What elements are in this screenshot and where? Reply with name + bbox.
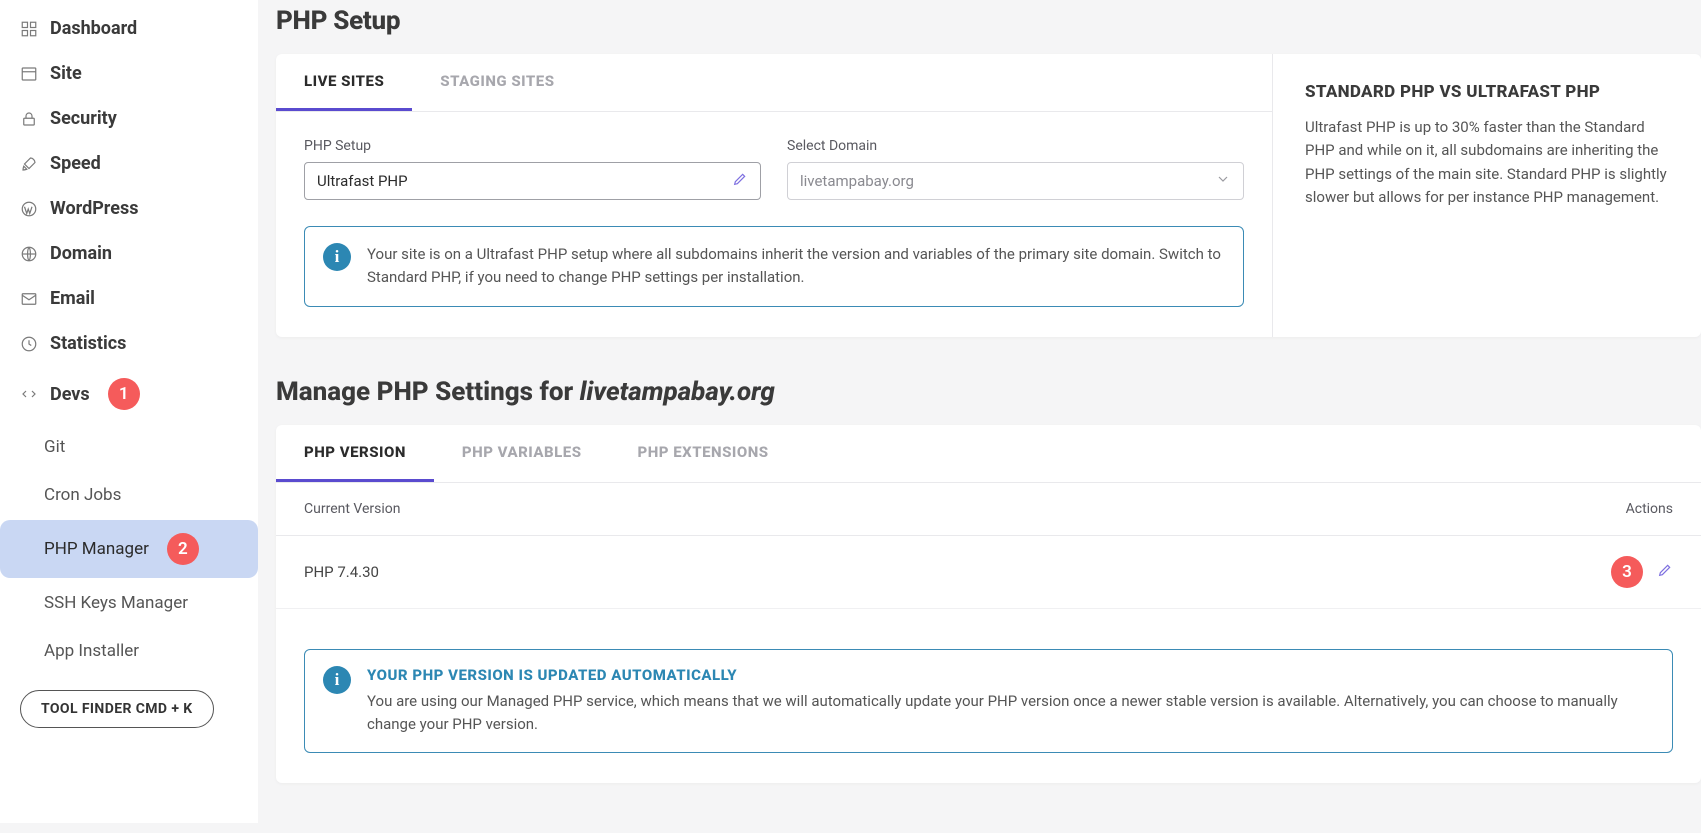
ultrafast-info-banner: i Your site is on a Ultrafast PHP setup … — [304, 226, 1244, 307]
tab-php-extensions[interactable]: PHP EXTENSIONS — [610, 425, 797, 482]
version-table-row: PHP 7.4.30 3 — [276, 536, 1701, 609]
sidebar-item-wordpress[interactable]: WordPress — [0, 186, 258, 231]
browser-icon — [20, 65, 38, 83]
code-icon — [20, 385, 38, 403]
sidebar-item-label: WordPress — [50, 198, 138, 219]
sidebar-sub-label: Cron Jobs — [44, 485, 121, 505]
sidebar-sub-ssh-keys[interactable]: SSH Keys Manager — [0, 580, 258, 626]
sidebar-sub-label: App Installer — [44, 641, 139, 661]
select-domain-field: Select Domain livetampabay.org — [787, 138, 1244, 200]
sidebar-item-label: Speed — [50, 153, 101, 174]
select-domain-select[interactable]: livetampabay.org — [787, 162, 1244, 200]
select-domain-value: livetampabay.org — [800, 172, 914, 190]
sidebar-item-label: Domain — [50, 243, 112, 264]
tab-staging-sites[interactable]: STAGING SITES — [412, 54, 582, 111]
ultrafast-info-text: Your site is on a Ultrafast PHP setup wh… — [367, 243, 1225, 290]
sidebar-sub-git[interactable]: Git — [0, 424, 258, 470]
edit-version-button[interactable] — [1657, 562, 1673, 582]
current-version-value: PHP 7.4.30 — [304, 563, 379, 581]
setup-panel-main: LIVE SITES STAGING SITES PHP Setup Ultra… — [276, 54, 1273, 337]
mail-icon — [20, 290, 38, 308]
sidebar-sub-label: SSH Keys Manager — [44, 593, 188, 613]
sidebar-item-statistics[interactable]: Statistics — [0, 321, 258, 366]
sidebar-sub-label: Git — [44, 437, 65, 457]
globe-icon — [20, 245, 38, 263]
info-icon: i — [323, 666, 351, 694]
sidebar-item-speed[interactable]: Speed — [0, 141, 258, 186]
manage-title-prefix: Manage PHP Settings for — [276, 377, 580, 407]
sidebar-sub-label: PHP Manager — [44, 539, 149, 559]
manage-title-domain: livetampabay.org — [580, 377, 775, 407]
auto-update-banner: i YOUR PHP VERSION IS UPDATED AUTOMATICA… — [304, 649, 1673, 754]
rocket-icon — [20, 155, 38, 173]
php-setup-select[interactable]: Ultrafast PHP — [304, 162, 761, 200]
manage-tabs: PHP VERSION PHP VARIABLES PHP EXTENSIONS — [276, 425, 1701, 483]
php-setup-label: PHP Setup — [304, 138, 761, 154]
step-badge-2: 2 — [167, 533, 199, 565]
sidebar-item-label: Devs — [50, 384, 90, 405]
sidebar-item-security[interactable]: Security — [0, 96, 258, 141]
tab-live-sites[interactable]: LIVE SITES — [276, 54, 412, 111]
info-icon: i — [323, 243, 351, 271]
sidebar-item-email[interactable]: Email — [0, 276, 258, 321]
main-content: PHP Setup LIVE SITES STAGING SITES PHP S… — [258, 0, 1701, 823]
sidebar-item-domain[interactable]: Domain — [0, 231, 258, 276]
step-badge-3: 3 — [1611, 556, 1643, 588]
side-title: STANDARD PHP VS ULTRAFAST PHP — [1305, 82, 1669, 102]
sidebar-item-label: Site — [50, 63, 82, 84]
col-actions: Actions — [1626, 501, 1673, 517]
side-text: Ultrafast PHP is up to 30% faster than t… — [1305, 116, 1669, 209]
wordpress-icon — [20, 200, 38, 218]
step-badge-1: 1 — [108, 378, 140, 410]
chevron-down-icon — [1215, 171, 1231, 191]
setup-panel-side: STANDARD PHP VS ULTRAFAST PHP Ultrafast … — [1273, 54, 1701, 337]
pencil-icon[interactable] — [732, 171, 748, 191]
sidebar-item-label: Dashboard — [50, 18, 137, 39]
sidebar-item-label: Security — [50, 108, 117, 129]
version-table-header: Current Version Actions — [276, 483, 1701, 536]
auto-update-title: YOUR PHP VERSION IS UPDATED AUTOMATICALL… — [367, 666, 1654, 684]
php-setup-panel: LIVE SITES STAGING SITES PHP Setup Ultra… — [276, 54, 1701, 337]
tool-finder-button[interactable]: TOOL FINDER CMD + K — [20, 690, 214, 728]
manage-section-title: Manage PHP Settings for livetampabay.org — [276, 377, 1701, 407]
sidebar-item-label: Statistics — [50, 333, 126, 354]
select-domain-label: Select Domain — [787, 138, 1244, 154]
col-current-version: Current Version — [304, 501, 401, 517]
tab-php-variables[interactable]: PHP VARIABLES — [434, 425, 610, 482]
php-setup-field: PHP Setup Ultrafast PHP — [304, 138, 761, 200]
sidebar-item-label: Email — [50, 288, 95, 309]
tab-php-version[interactable]: PHP VERSION — [276, 425, 434, 482]
sidebar-item-site[interactable]: Site — [0, 51, 258, 96]
actions-cell: 3 — [1605, 556, 1673, 588]
sidebar-item-dashboard[interactable]: Dashboard — [0, 6, 258, 51]
manage-panel: PHP VERSION PHP VARIABLES PHP EXTENSIONS… — [276, 425, 1701, 784]
sidebar: Dashboard Site Security Speed WordPress … — [0, 0, 258, 823]
auto-update-text: You are using our Managed PHP service, w… — [367, 690, 1654, 737]
sidebar-sub-cron-jobs[interactable]: Cron Jobs — [0, 472, 258, 518]
setup-tabs: LIVE SITES STAGING SITES — [276, 54, 1272, 112]
sidebar-sub-php-manager[interactable]: PHP Manager 2 — [0, 520, 258, 578]
clock-icon — [20, 335, 38, 353]
dashboard-icon — [20, 20, 38, 38]
php-setup-value: Ultrafast PHP — [317, 172, 408, 190]
page-title: PHP Setup — [276, 6, 1701, 36]
lock-icon — [20, 110, 38, 128]
sidebar-item-devs[interactable]: Devs 1 — [0, 366, 258, 422]
sidebar-sub-app-installer[interactable]: App Installer — [0, 628, 258, 674]
